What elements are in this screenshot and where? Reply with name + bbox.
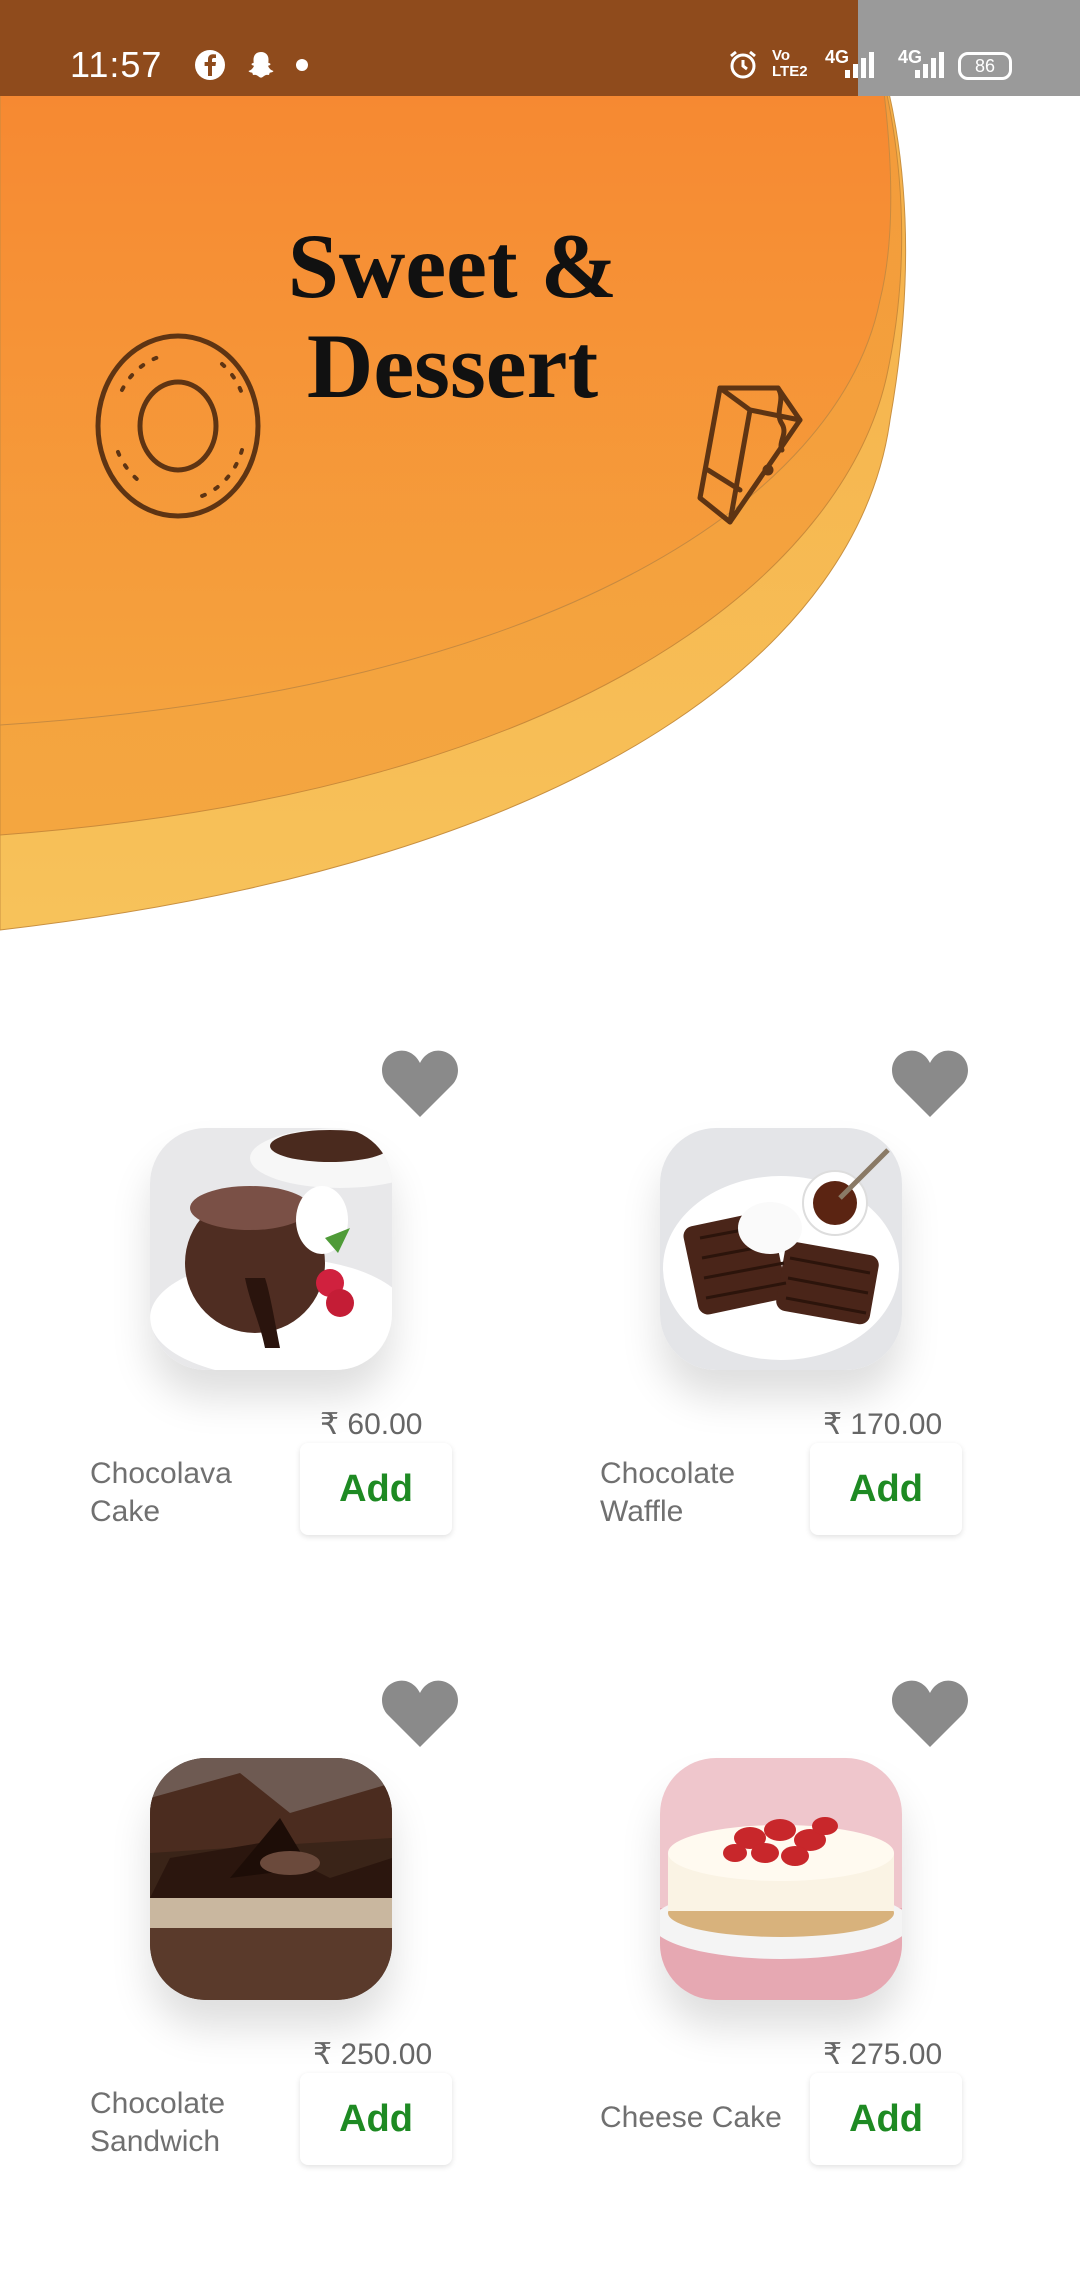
- product-card[interactable]: ₹ 250.00 Chocolate Sandwich Add: [65, 1625, 475, 2215]
- heart-icon[interactable]: [380, 1677, 460, 1749]
- product-image[interactable]: [150, 1758, 392, 2000]
- cake-slice-icon: [697, 385, 803, 525]
- status-bar-right-area: [858, 0, 1080, 96]
- status-time: 11:57: [70, 44, 163, 85]
- add-to-cart-button[interactable]: Add: [300, 2073, 452, 2165]
- product-name: Chocolate Waffle: [600, 1457, 736, 1528]
- heart-icon[interactable]: [380, 1047, 460, 1119]
- product-card[interactable]: ₹ 275.00 Cheese Cake Add: [575, 1625, 985, 2215]
- product-name: Chocolava Cake: [90, 1457, 232, 1528]
- chocolate-sandwich-image: [150, 1758, 392, 2000]
- add-to-cart-button[interactable]: Add: [300, 1443, 452, 1535]
- product-price: ₹ 60.00: [320, 1408, 423, 1441]
- product-name: Chocolate Sandwich: [90, 2087, 226, 2158]
- product-name: Cheese Cake: [600, 2101, 782, 2134]
- chocolate-waffle-image: [660, 1128, 902, 1370]
- snapchat-icon: [248, 52, 274, 78]
- cheese-cake-image: [660, 1758, 902, 2000]
- product-price: ₹ 170.00: [823, 1408, 943, 1441]
- product-image[interactable]: [150, 1128, 392, 1370]
- battery-indicator: 86: [958, 52, 1012, 80]
- product-card[interactable]: ₹ 170.00 Chocolate Waffle Add: [575, 995, 985, 1585]
- title-line-1: Sweet &: [287, 215, 618, 317]
- signal-strength-icon: [915, 52, 944, 78]
- add-to-cart-button[interactable]: Add: [810, 2073, 962, 2165]
- signal-strength-icon: [845, 52, 874, 78]
- heart-icon[interactable]: [890, 1047, 970, 1119]
- status-bar: 11:57 Vo LTE2 4G 4G 86: [0, 0, 1080, 96]
- product-price: ₹ 250.00: [313, 2038, 433, 2071]
- product-image[interactable]: [660, 1128, 902, 1370]
- heart-icon[interactable]: [890, 1677, 970, 1749]
- product-card[interactable]: ₹ 60.00 Chocolava Cake Add: [65, 995, 475, 1585]
- product-image[interactable]: [660, 1758, 902, 2000]
- facebook-icon: [195, 50, 225, 80]
- donut-icon: [95, 333, 261, 519]
- app-screen: 11:57 Vo LTE2 4G 4G 86 Sweet & Dessert ₹…: [0, 0, 1080, 2280]
- alarm-icon: [730, 50, 756, 79]
- volte-indicator: Vo LTE2: [772, 47, 808, 80]
- notification-dot-icon: [296, 59, 308, 71]
- product-price: ₹ 275.00: [823, 2038, 943, 2071]
- add-to-cart-button[interactable]: Add: [810, 1443, 962, 1535]
- chocolava-cake-image: [150, 1128, 392, 1370]
